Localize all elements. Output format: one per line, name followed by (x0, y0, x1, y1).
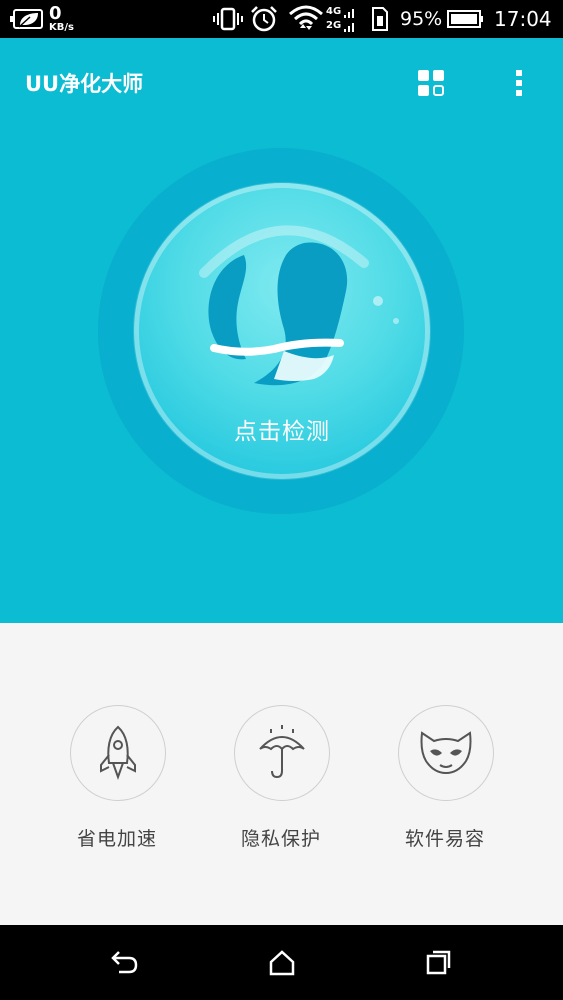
status-bar: 0 KB/s 4G 2G 95% 17:04 (0, 0, 563, 38)
feature-privacy-circle[interactable] (234, 705, 330, 801)
mask-icon (420, 731, 472, 775)
back-icon[interactable] (104, 945, 144, 981)
umbrella-icon (259, 725, 305, 779)
home-icon[interactable] (262, 945, 302, 981)
sim-card-icon (371, 0, 389, 38)
recents-icon[interactable] (418, 945, 458, 981)
vibrate-icon (213, 0, 243, 38)
network-2g-label: 2G (326, 20, 342, 31)
feature-privacy[interactable]: 隐私保护 (234, 705, 330, 851)
grid-apps-icon[interactable] (414, 66, 448, 100)
battery-saver-leaf-icon (10, 0, 46, 38)
status-time: 17:04 (494, 7, 552, 31)
scan-label: 点击检测 (234, 419, 330, 445)
feature-app-disguise-circle[interactable] (398, 705, 494, 801)
network-speed: 0 KB/s (49, 0, 74, 38)
network-4g-label: 4G (326, 6, 342, 17)
cellular-signal-icon: 4G 2G (326, 0, 357, 38)
network-speed-value: 0 (49, 2, 62, 24)
feature-power-save-circle[interactable] (70, 705, 166, 801)
feature-power-save-label: 省电加速 (76, 828, 157, 850)
more-vertical-icon[interactable] (506, 66, 532, 100)
app-title: UU净化大师 (25, 72, 144, 96)
feature-power-save[interactable]: 省电加速 (70, 705, 166, 851)
feature-app-disguise-label: 软件易容 (404, 828, 485, 850)
feature-app-disguise[interactable]: 软件易容 (398, 705, 494, 851)
alarm-icon (249, 0, 279, 38)
navigation-bar (0, 925, 563, 1000)
rocket-icon (100, 725, 136, 780)
feature-privacy-label: 隐私保护 (240, 828, 321, 850)
battery-icon (447, 0, 485, 38)
wifi-icon (288, 0, 324, 38)
network-speed-unit: KB/s (49, 21, 74, 33)
battery-percent: 95% (400, 8, 443, 30)
